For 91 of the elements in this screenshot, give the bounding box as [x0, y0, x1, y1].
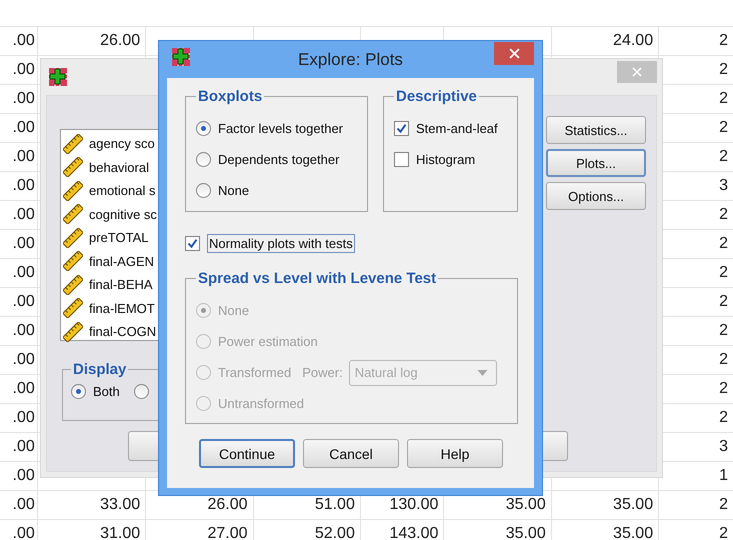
- variable-name[interactable]: fina-lEMOT: [89, 300, 155, 316]
- table-cell: 52.00: [314, 525, 355, 540]
- variable-name[interactable]: cognitive sc: [89, 206, 157, 222]
- table-cell: 35.00: [613, 496, 654, 514]
- table-cell: 2: [719, 293, 728, 311]
- dialog-button[interactable]: Statistics...: [546, 116, 646, 144]
- table-cell: 2: [719, 525, 728, 540]
- table-cell: 2: [719, 90, 728, 108]
- variable-name[interactable]: final-BEHA: [89, 277, 153, 292]
- table-cell: 2: [719, 32, 728, 50]
- table-cell: 3: [719, 438, 728, 456]
- dialog-button[interactable]: Cancel: [303, 439, 399, 468]
- radio-button[interactable]: [196, 183, 211, 198]
- group-title: Display: [72, 361, 128, 378]
- radio-label[interactable]: Dependents together: [218, 152, 340, 167]
- table-cell: 143.00: [389, 525, 438, 540]
- table-cell: 2: [719, 119, 728, 137]
- table-cell: 2: [719, 264, 728, 282]
- radio-button[interactable]: [71, 384, 86, 399]
- table-cell: .00: [12, 322, 35, 340]
- table-cell: 130.00: [389, 496, 438, 514]
- table-cell: 2: [719, 496, 728, 514]
- table-cell: 35.00: [506, 525, 546, 540]
- table-cell: 2: [719, 380, 728, 398]
- table-cell: .00: [12, 206, 35, 224]
- variable-name[interactable]: final-COGN: [89, 324, 156, 340]
- table-cell: 2: [719, 206, 728, 224]
- close-icon: [632, 67, 642, 77]
- table-cell: .00: [12, 467, 35, 485]
- dialog-button[interactable]: Continue: [199, 439, 295, 468]
- app-icon: [171, 47, 191, 67]
- table-cell: .00: [12, 148, 35, 166]
- table-cell: 31.00: [100, 525, 140, 540]
- table-cell: .00: [12, 32, 35, 50]
- close-button[interactable]: [494, 42, 534, 65]
- table-cell: 26.00: [207, 496, 248, 514]
- table-cell: 24.00: [613, 32, 654, 50]
- window-title: Explore: Plots: [298, 50, 403, 70]
- dialog-button[interactable]: Plots...: [546, 149, 646, 177]
- radio-label[interactable]: None: [218, 183, 250, 198]
- table-cell: .00: [12, 409, 35, 427]
- table-cell: 2: [719, 235, 728, 253]
- dialog-button[interactable]: Help: [407, 439, 503, 468]
- radio-button[interactable]: [196, 121, 211, 136]
- variable-name[interactable]: emotional s: [89, 183, 156, 198]
- checkbox[interactable]: [394, 121, 409, 136]
- table-cell: .00: [12, 119, 35, 137]
- caret-icon: [476, 370, 488, 376]
- table-cell: 2: [719, 61, 728, 79]
- group-title: Boxplots: [197, 88, 264, 105]
- checkbox-label[interactable]: Stem-and-leaf: [416, 121, 498, 136]
- table-cell: 2: [719, 409, 728, 427]
- variable-name[interactable]: agency sco: [89, 136, 155, 152]
- table-cell: .00: [12, 235, 35, 253]
- table-cell: 3: [719, 177, 728, 195]
- table-cell: .00: [12, 293, 35, 311]
- radio-label[interactable]: Both: [93, 384, 120, 399]
- table-cell: .00: [12, 61, 35, 79]
- table-cell: 2: [719, 148, 728, 166]
- table-cell: .00: [12, 380, 35, 398]
- variable-name[interactable]: final-AGEN: [89, 254, 154, 269]
- table-cell: 35.00: [613, 525, 654, 540]
- table-cell: 26.00: [100, 32, 140, 50]
- checkbox[interactable]: [394, 152, 409, 167]
- radio-label[interactable]: Factor levels together: [218, 121, 344, 136]
- table-cell: 51.00: [314, 496, 355, 514]
- variable-name[interactable]: preTOTAL: [89, 230, 148, 246]
- table-cell: 1: [719, 467, 728, 485]
- radio-button[interactable]: [196, 152, 211, 167]
- table-cell: .00: [12, 264, 35, 282]
- checkbox-label[interactable]: Histogram: [416, 152, 476, 167]
- table-cell: 2: [719, 322, 728, 340]
- power-label: Power:: [302, 365, 343, 380]
- table-cell: 2: [719, 351, 728, 369]
- table-cell: .00: [12, 90, 35, 108]
- table-cell: .00: [12, 496, 35, 514]
- app-icon: [48, 67, 68, 87]
- table-cell: .00: [12, 177, 35, 195]
- table-cell: .00: [12, 351, 35, 369]
- checkbox[interactable]: [185, 236, 200, 251]
- table-cell: .00: [12, 525, 35, 540]
- variable-name[interactable]: behavioral: [89, 160, 149, 175]
- close-icon: [508, 48, 520, 59]
- table-cell: 33.00: [100, 496, 140, 514]
- table-cell: .00: [12, 438, 35, 456]
- table-cell: 35.00: [506, 496, 546, 514]
- dialog-button[interactable]: Options...: [546, 182, 646, 210]
- checkbox-label[interactable]: Normality plots with tests: [207, 234, 355, 253]
- group-title: Descriptive: [395, 88, 478, 105]
- radio-button[interactable]: [134, 384, 149, 399]
- table-cell: 27.00: [207, 525, 248, 540]
